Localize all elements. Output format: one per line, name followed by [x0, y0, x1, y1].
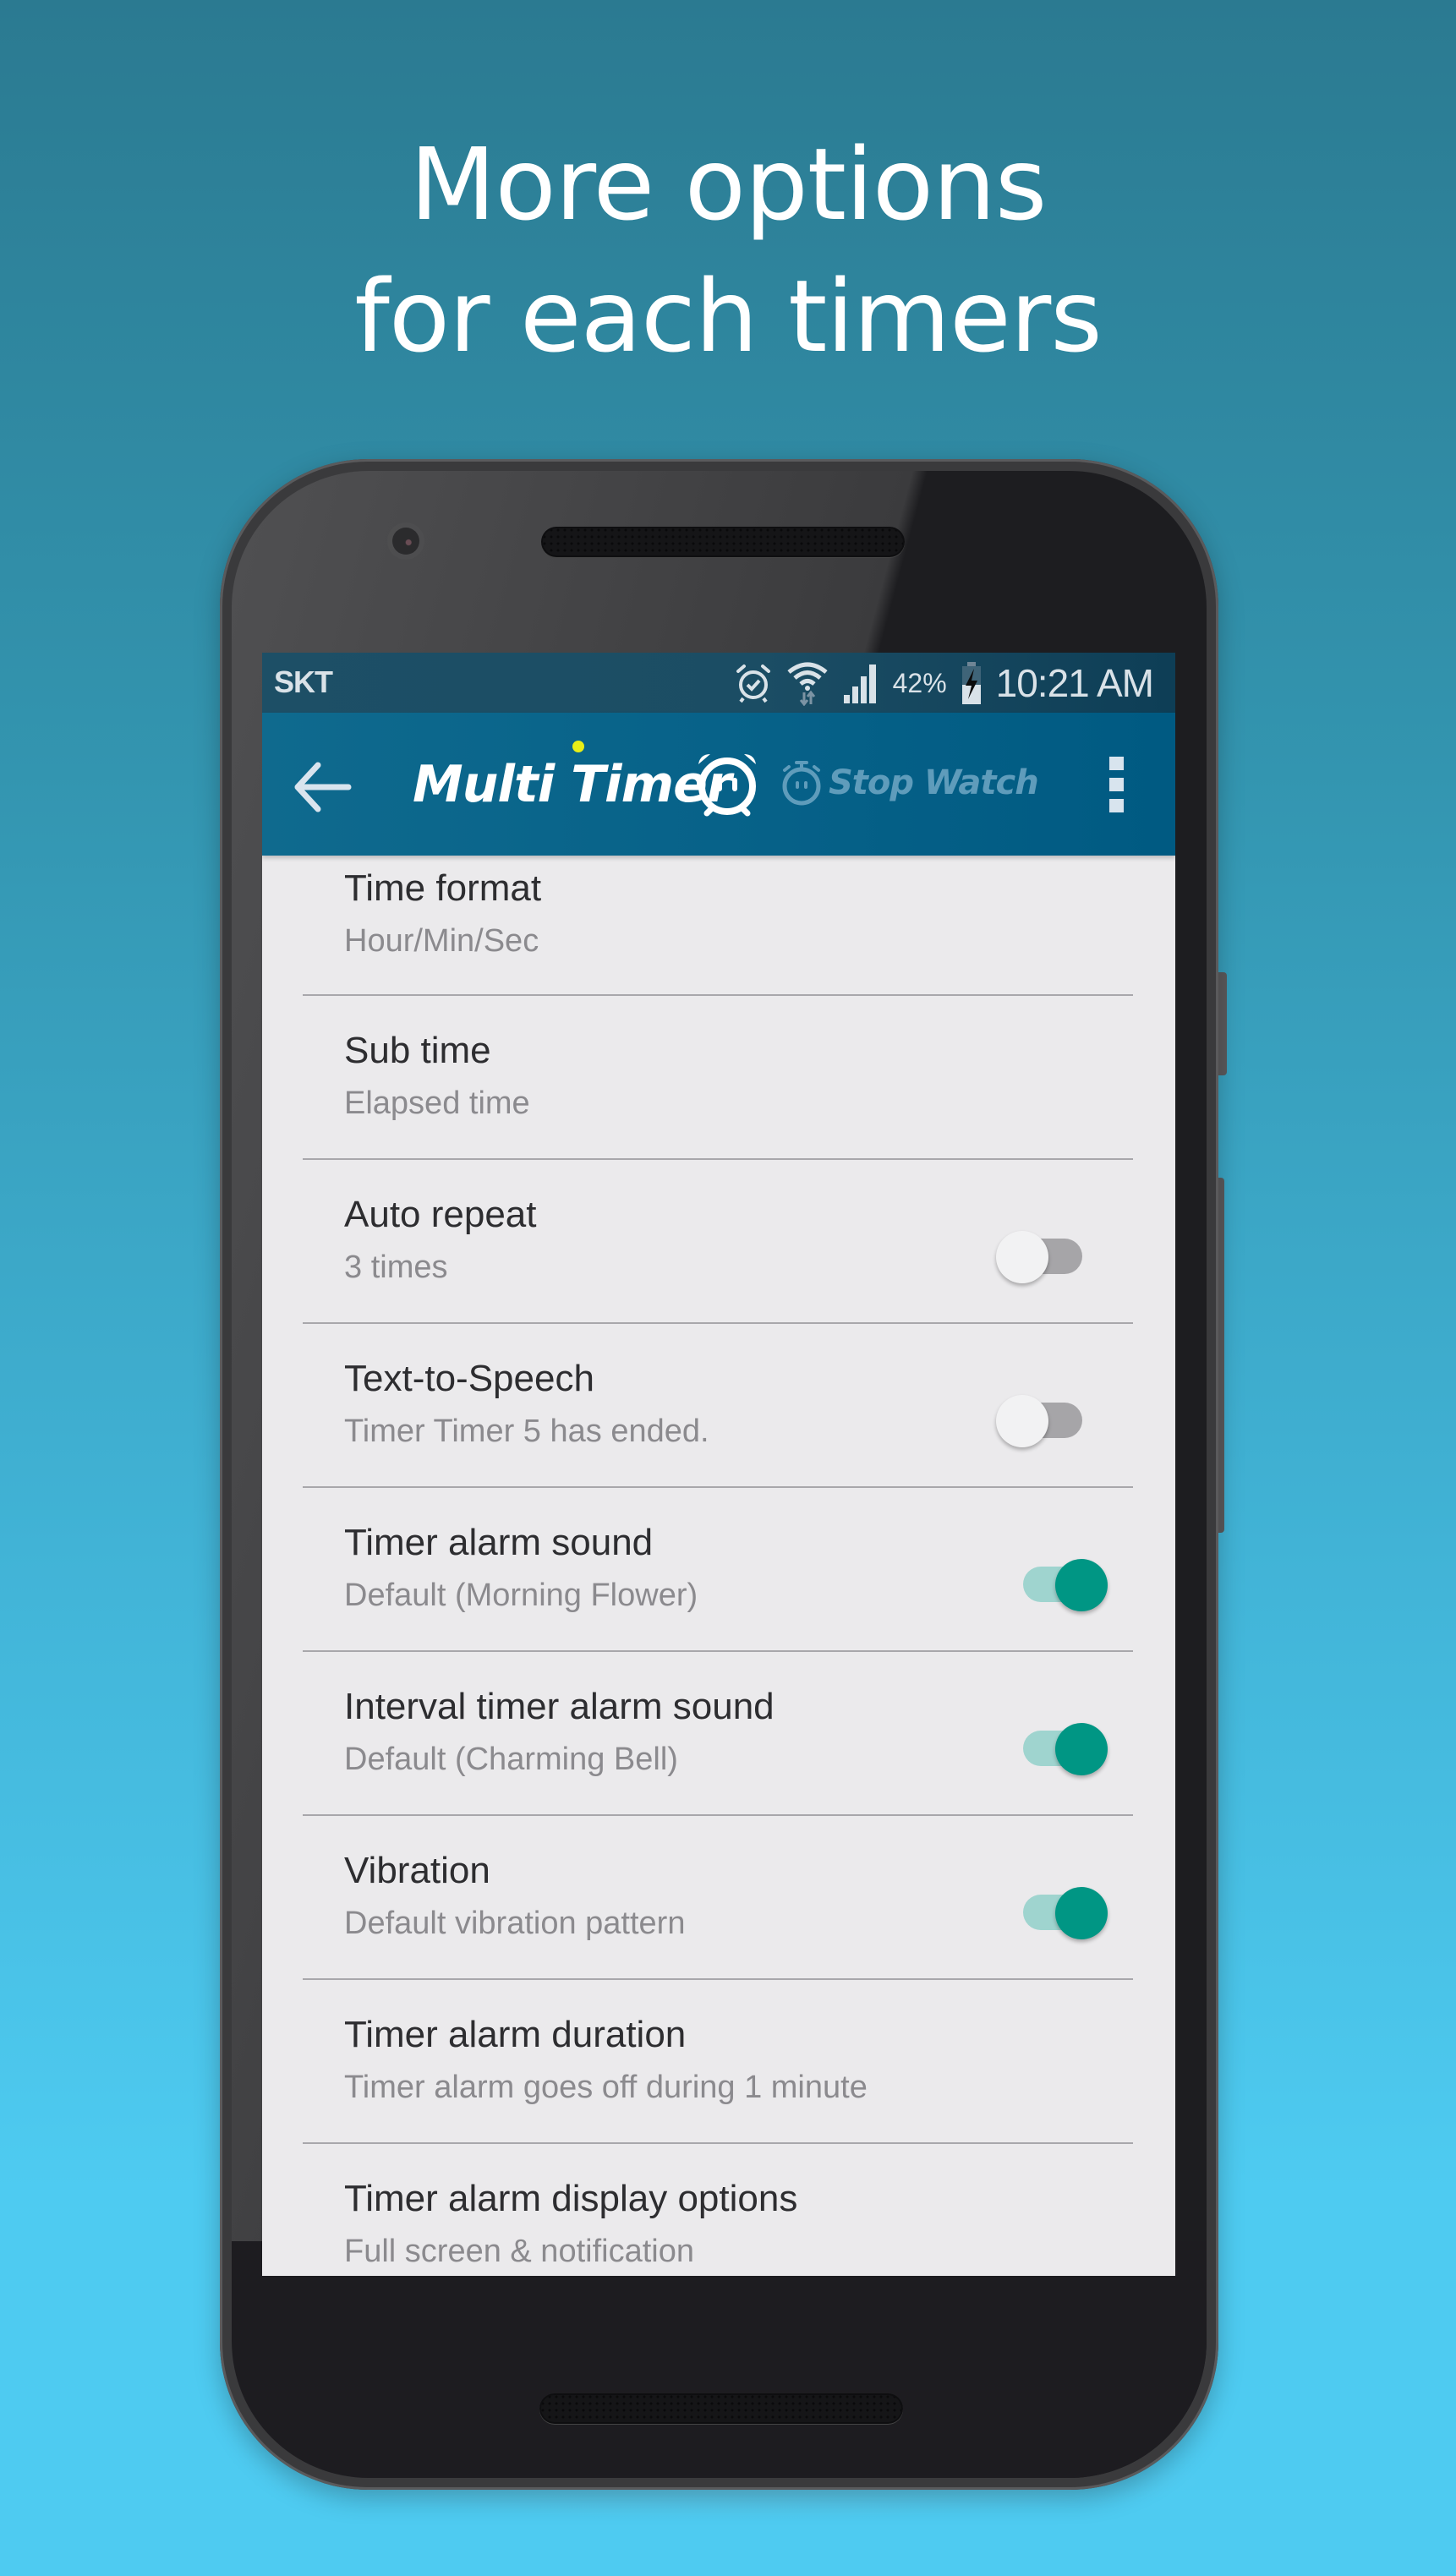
setting-timer-alarm-sound[interactable]: Timer alarm sound Default (Morning Flowe…	[262, 1488, 1175, 1652]
setting-interval-alarm-sound[interactable]: Interval timer alarm sound Default (Char…	[262, 1652, 1175, 1816]
vibration-toggle[interactable]	[1013, 1879, 1123, 1939]
overflow-menu-button[interactable]	[1099, 752, 1136, 819]
phone-chin	[232, 2241, 1207, 2478]
setting-title: Sub time	[344, 1030, 491, 1071]
signal-icon	[843, 665, 876, 703]
setting-title: Auto repeat	[344, 1194, 537, 1235]
setting-time-format[interactable]: Time format Hour/Min/Sec	[262, 856, 1175, 996]
setting-subtitle: Default vibration pattern	[344, 1906, 686, 1941]
setting-title: Interval timer alarm sound	[344, 1686, 775, 1727]
setting-subtitle: Default (Charming Bell)	[344, 1742, 678, 1777]
interval-alarm-sound-toggle[interactable]	[1013, 1715, 1123, 1775]
stopwatch-tab[interactable]: Stop Watch	[829, 763, 1039, 802]
setting-subtitle: Timer Timer 5 has ended.	[344, 1414, 709, 1449]
power-button	[1218, 972, 1227, 1075]
toggle-thumb	[1055, 1887, 1108, 1939]
battery-charging-icon	[961, 662, 981, 704]
setting-subtitle: Default (Morning Flower)	[344, 1578, 698, 1613]
setting-text-to-speech[interactable]: Text-to-Speech Timer Timer 5 has ended.	[262, 1324, 1175, 1488]
setting-title: Timer alarm display options	[344, 2178, 798, 2219]
setting-title: Text-to-Speech	[344, 1358, 594, 1399]
back-button[interactable]	[293, 757, 353, 818]
status-bar: SKT 42% 10:21 AM	[262, 653, 1175, 713]
setting-subtitle: Hour/Min/Sec	[344, 923, 539, 959]
headline-line-2: for each timers	[354, 258, 1102, 375]
toggle-thumb	[996, 1395, 1048, 1447]
setting-title: Timer alarm sound	[344, 1522, 654, 1563]
arrow-left-icon	[294, 762, 352, 812]
app-bar: Multi Timer Stop Watch	[262, 713, 1175, 856]
setting-subtitle: 3 times	[344, 1250, 448, 1285]
clock: 10:21 AM	[995, 661, 1154, 705]
toggle-thumb	[1055, 1723, 1108, 1775]
setting-title: Vibration	[344, 1850, 490, 1891]
logo-dot	[572, 741, 584, 752]
volume-button	[1218, 1178, 1224, 1533]
phone-screen: SKT 42% 10:21 AM Multi Timer Stop Watch …	[262, 653, 1175, 2276]
alarm-clock-face-icon[interactable]	[692, 749, 763, 820]
text-to-speech-toggle[interactable]	[996, 1386, 1106, 1447]
settings-list: Time format Hour/Min/Sec Sub time Elapse…	[262, 856, 1175, 2276]
setting-subtitle: Timer alarm goes off during 1 minute	[344, 2070, 868, 2105]
timer-alarm-sound-toggle[interactable]	[1013, 1551, 1123, 1611]
setting-alarm-duration[interactable]: Timer alarm duration Timer alarm goes of…	[262, 1980, 1175, 2144]
wifi-data-icon	[787, 662, 828, 706]
auto-repeat-toggle[interactable]	[996, 1222, 1106, 1283]
stopwatch-icon[interactable]	[780, 758, 824, 807]
setting-vibration[interactable]: Vibration Default vibration pattern	[262, 1816, 1175, 1980]
setting-title: Time format	[344, 867, 542, 909]
setting-title: Timer alarm duration	[344, 2014, 687, 2055]
promo-headline: More options for each timers	[0, 118, 1456, 382]
top-speaker-grille	[541, 527, 905, 557]
battery-percent: 42%	[892, 667, 947, 698]
carrier-label: SKT	[274, 665, 333, 699]
setting-subtitle: Full screen & notification	[344, 2234, 694, 2269]
alarm-check-icon	[736, 665, 770, 703]
setting-auto-repeat[interactable]: Auto repeat 3 times	[262, 1160, 1175, 1324]
setting-alarm-display-options[interactable]: Timer alarm display options Full screen …	[262, 2144, 1175, 2276]
setting-sub-time[interactable]: Sub time Elapsed time	[262, 996, 1175, 1160]
app-title: Multi Timer	[413, 755, 731, 814]
setting-subtitle: Elapsed time	[344, 1086, 530, 1121]
bottom-speaker-grille	[539, 2393, 903, 2424]
headline-line-1: More options	[409, 126, 1048, 243]
toggle-thumb	[1055, 1559, 1108, 1611]
front-camera	[392, 528, 419, 555]
status-icons: 42% 10:21 AM	[734, 658, 1154, 708]
toggle-thumb	[996, 1231, 1048, 1283]
